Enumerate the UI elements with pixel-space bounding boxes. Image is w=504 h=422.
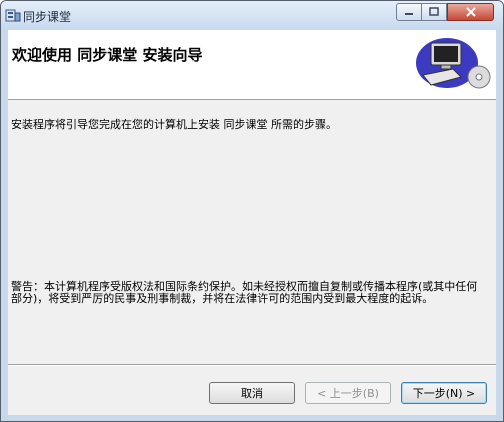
close-button[interactable] bbox=[447, 3, 494, 21]
close-icon bbox=[465, 7, 476, 17]
intro-text: 安装程序将引导您完成在您的计算机上安装 同步课堂 所需的步骤。 bbox=[11, 118, 337, 131]
wizard-body: 安装程序将引导您完成在您的计算机上安装 同步课堂 所需的步骤。 警告：本计算机程… bbox=[8, 100, 496, 364]
back-button[interactable]: < 上一步(B) bbox=[305, 382, 391, 404]
copyright-warning: 警告：本计算机程序受版权法和国际条约保护。如未经授权而擅自复制或传播本程序(或其… bbox=[11, 280, 478, 305]
next-button[interactable]: 下一步(N) > bbox=[401, 382, 487, 404]
wizard-header: 欢迎使用 同步课堂 安装向导 bbox=[8, 30, 496, 100]
minimize-icon bbox=[405, 13, 413, 15]
maximize-button[interactable] bbox=[421, 3, 447, 21]
maximize-icon bbox=[429, 7, 439, 16]
footer-divider bbox=[8, 364, 496, 366]
installer-window: 同步课堂 欢迎使用 同步课堂 安装向导 安装程序将引导您完成在您的计算机上安装 … bbox=[0, 0, 504, 422]
title-bar[interactable]: 同步课堂 bbox=[1, 1, 503, 30]
cancel-button[interactable]: 取消 bbox=[209, 382, 295, 404]
page-title: 欢迎使用 同步课堂 安装向导 bbox=[12, 46, 203, 64]
computer-cd-icon bbox=[416, 38, 491, 89]
installer-icon bbox=[5, 9, 21, 22]
button-bar: 取消 < 上一步(B) 下一步(N) > bbox=[8, 364, 496, 415]
window-title: 同步课堂 bbox=[23, 10, 72, 24]
minimize-button[interactable] bbox=[396, 3, 422, 21]
